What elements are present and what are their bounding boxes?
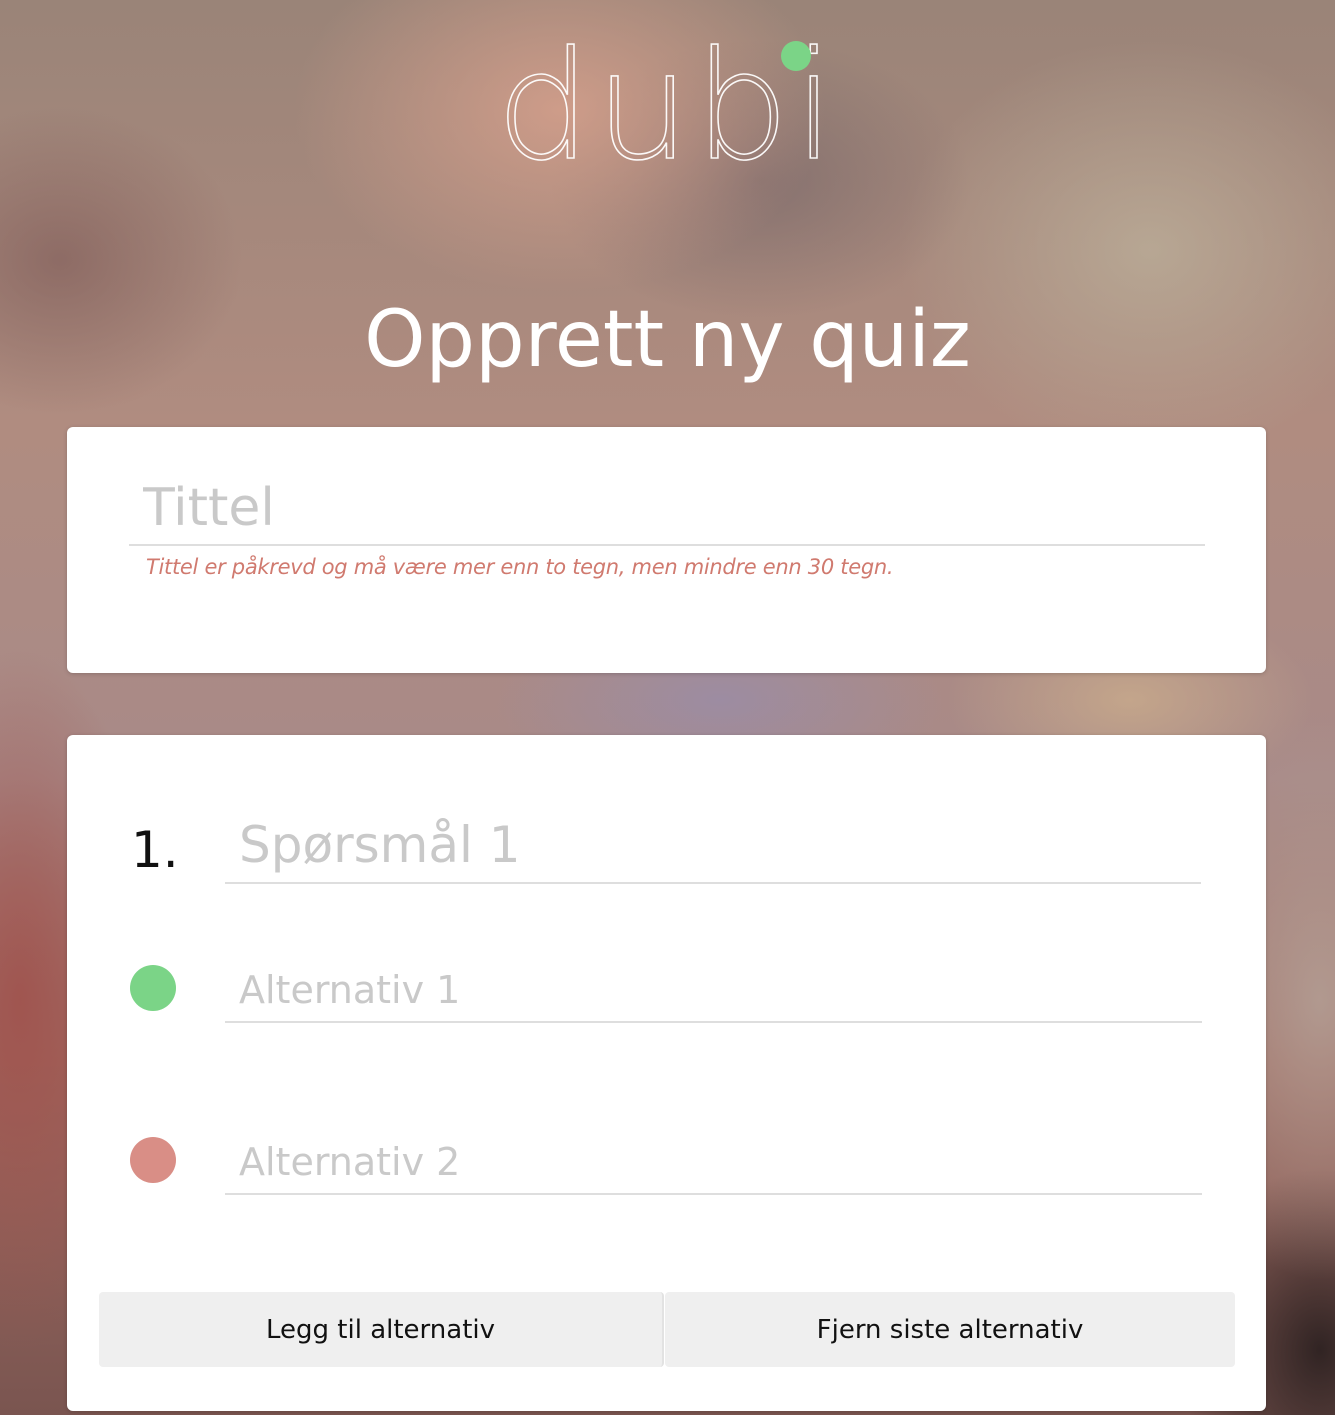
logo-dot [781, 41, 811, 71]
question-number: 1. [131, 821, 179, 879]
title-input[interactable] [129, 471, 1205, 546]
question-input[interactable] [225, 807, 1201, 884]
remove-last-alternative-button[interactable]: Fjern siste alternativ [665, 1292, 1235, 1367]
add-alternative-button[interactable]: Legg til alternativ [99, 1292, 664, 1367]
question-card: 1. Legg til alternativ Fjern siste alter… [67, 735, 1266, 1411]
logo: dubi [495, 20, 840, 194]
alternative-1-input[interactable] [225, 958, 1202, 1023]
alternative-2-input[interactable] [225, 1130, 1202, 1195]
title-error-message: Tittel er påkrevd og må være mer enn to … [146, 555, 894, 579]
page-title: Opprett ny quiz [364, 295, 971, 386]
correct-alternative-indicator[interactable] [130, 965, 176, 1011]
wrong-alternative-indicator[interactable] [130, 1137, 176, 1183]
title-card: Tittel er påkrevd og må være mer enn to … [67, 427, 1266, 673]
